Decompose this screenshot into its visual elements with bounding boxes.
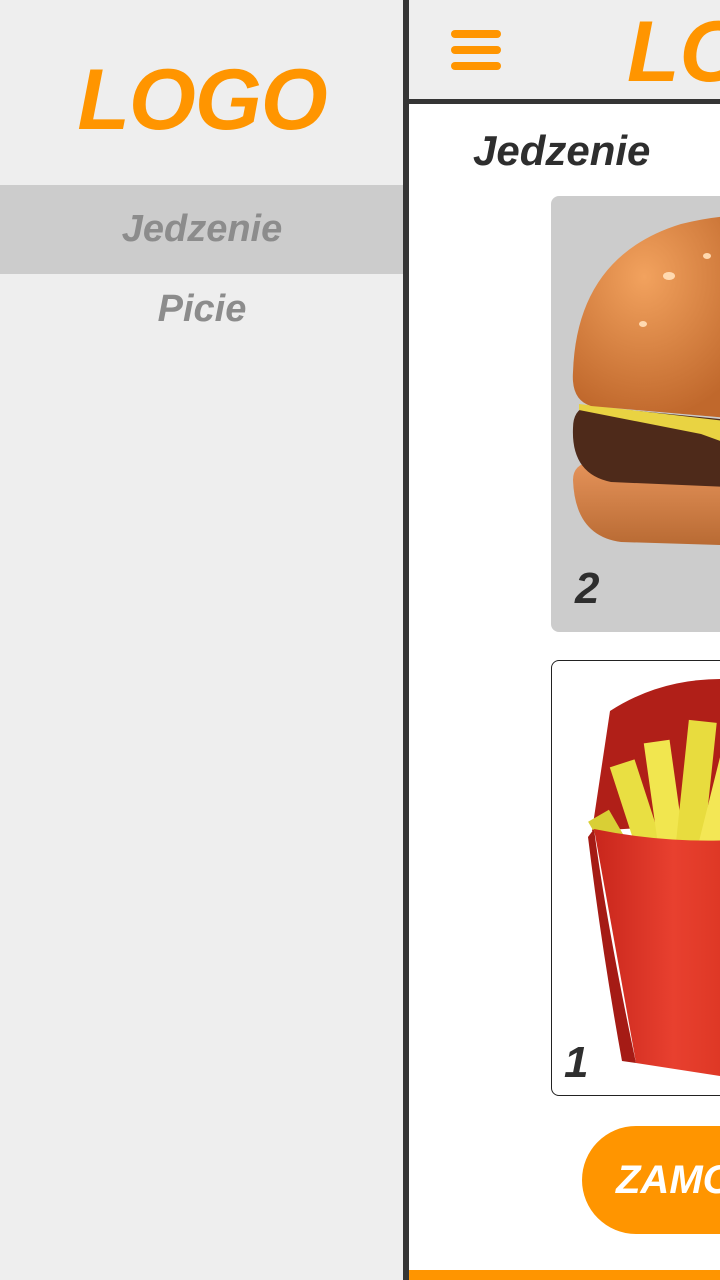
top-bar-divider — [409, 99, 720, 104]
quantity-badge-burger: 2 — [575, 564, 600, 613]
top-bar: LO — [409, 0, 720, 100]
side-drawer: LOGO Jedzenie Picie — [0, 0, 404, 1280]
header-logo: LO — [627, 4, 720, 100]
main-page: LO Jedzenie — [409, 0, 720, 1280]
drawer-item-jedzenie[interactable]: Jedzenie — [0, 185, 404, 274]
drawer-logo: LOGO — [77, 52, 327, 148]
product-card-fries[interactable] — [551, 660, 720, 1096]
drawer-item-picie[interactable]: Picie — [0, 274, 404, 344]
bottom-accent-bar — [409, 1270, 720, 1280]
quantity-badge-fries: 1 — [564, 1038, 589, 1087]
hamburger-icon[interactable] — [451, 30, 501, 74]
section-title: Jedzenie — [473, 127, 651, 174]
order-button[interactable]: ZAMO — [582, 1126, 720, 1234]
fries-image — [588, 679, 720, 1077]
